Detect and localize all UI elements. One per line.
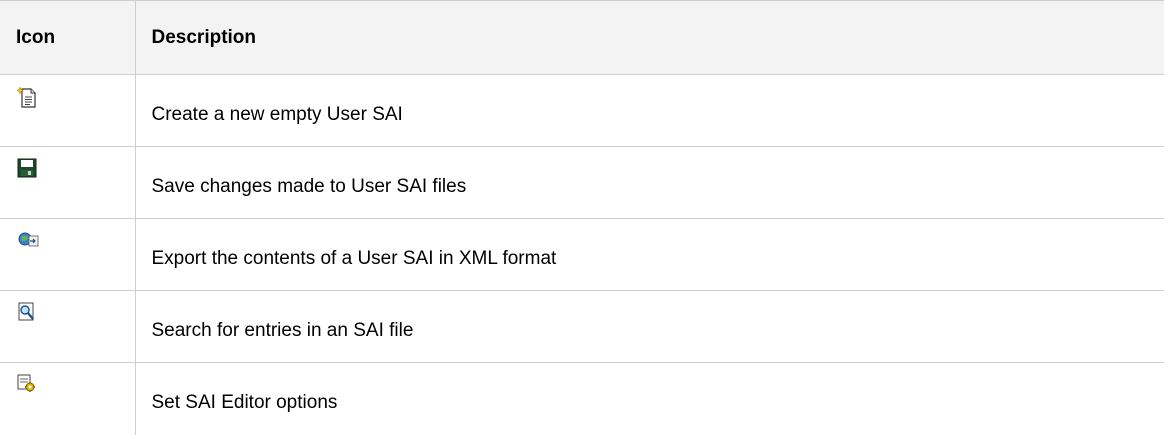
floppy-disk-save-icon <box>17 158 37 178</box>
icon-cell <box>0 146 135 219</box>
description-cell: Search for entries in an SAI file <box>134 290 1164 363</box>
table-row: Save changes made to User SAI files <box>0 146 1164 219</box>
magnifier-search-icon <box>17 302 37 322</box>
table-row: Export the contents of a User SAI in XML… <box>0 218 1164 291</box>
description-column-header: Description <box>134 0 1164 75</box>
table-row: Create a new empty User SAI <box>0 74 1164 147</box>
table-header-row: Icon Description <box>0 0 1164 75</box>
description-text: Search for entries in an SAI file <box>151 319 414 341</box>
new-document-icon <box>15 86 37 108</box>
description-cell: Save changes made to User SAI files <box>134 146 1164 219</box>
icon-cell <box>0 218 135 291</box>
description-text: Save changes made to User SAI files <box>151 175 467 197</box>
icon-column-header: Icon <box>0 0 135 75</box>
description-cell: Create a new empty User SAI <box>134 74 1164 147</box>
icon-description-table-wrapper: Icon Description Create a new empty User… <box>0 0 1164 435</box>
description-text: Export the contents of a User SAI in XML… <box>151 247 557 269</box>
icon-cell <box>0 74 135 147</box>
options-gear-icon <box>17 374 37 394</box>
description-text: Create a new empty User SAI <box>151 103 403 125</box>
description-cell: Set SAI Editor options <box>134 362 1164 435</box>
table-row: Search for entries in an SAI file <box>0 290 1164 363</box>
description-text: Set SAI Editor options <box>151 392 338 414</box>
export-xml-icon <box>17 230 39 250</box>
table-row: Set SAI Editor options <box>0 362 1164 435</box>
icon-description-table: Icon Description Create a new empty User… <box>0 0 1164 435</box>
icon-cell <box>0 290 135 363</box>
icon-cell <box>0 363 135 435</box>
description-cell: Export the contents of a User SAI in XML… <box>134 218 1164 291</box>
